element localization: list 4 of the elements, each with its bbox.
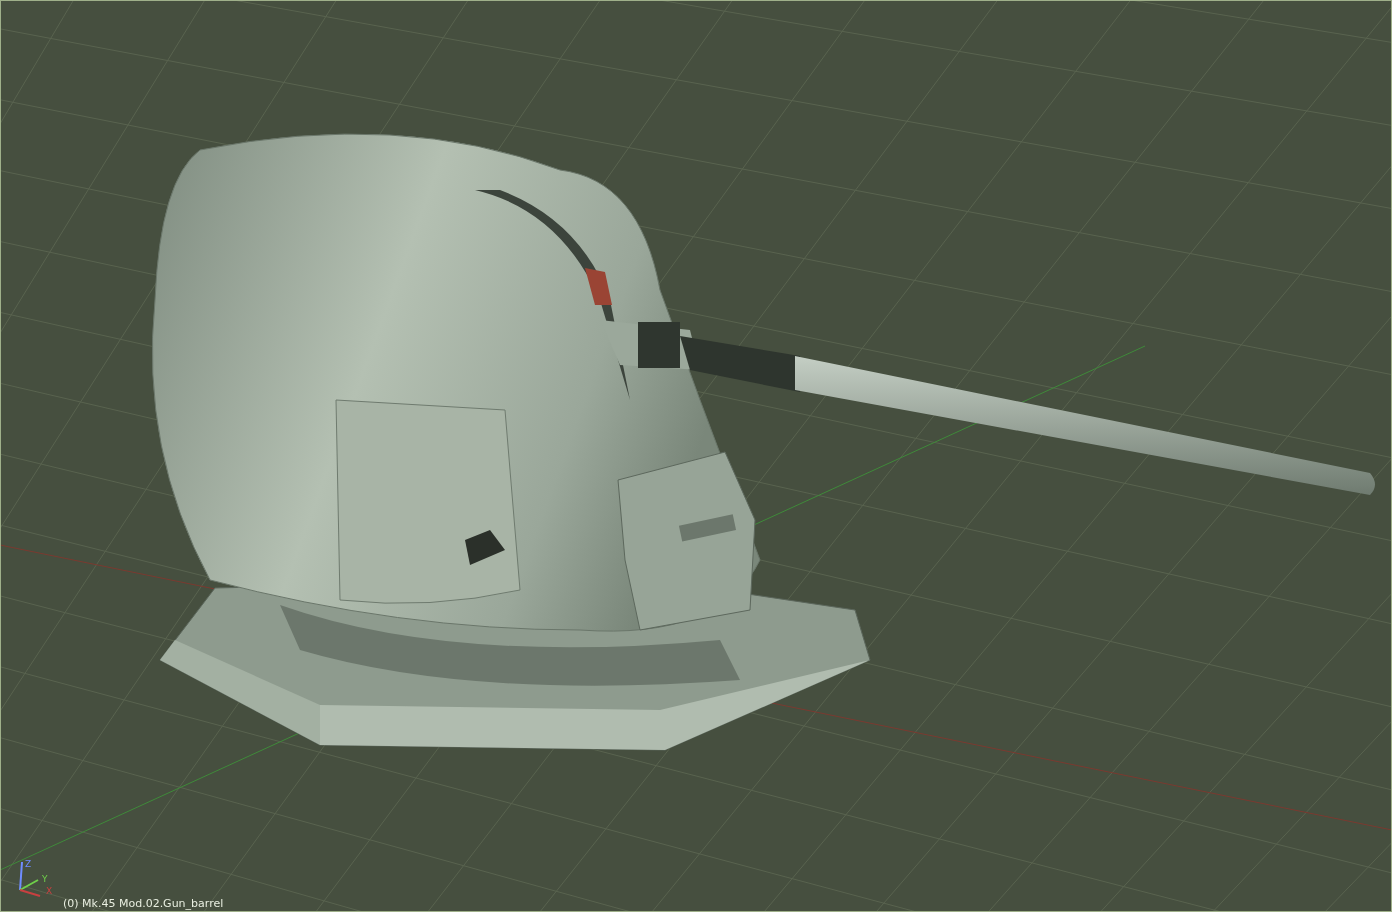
object-name-label: (0) Mk.45 Mod.02.Gun_barrel — [63, 897, 224, 910]
axis-label: X — [46, 886, 53, 896]
axis-label: Y — [42, 874, 48, 884]
axis-label: Z — [25, 859, 32, 869]
